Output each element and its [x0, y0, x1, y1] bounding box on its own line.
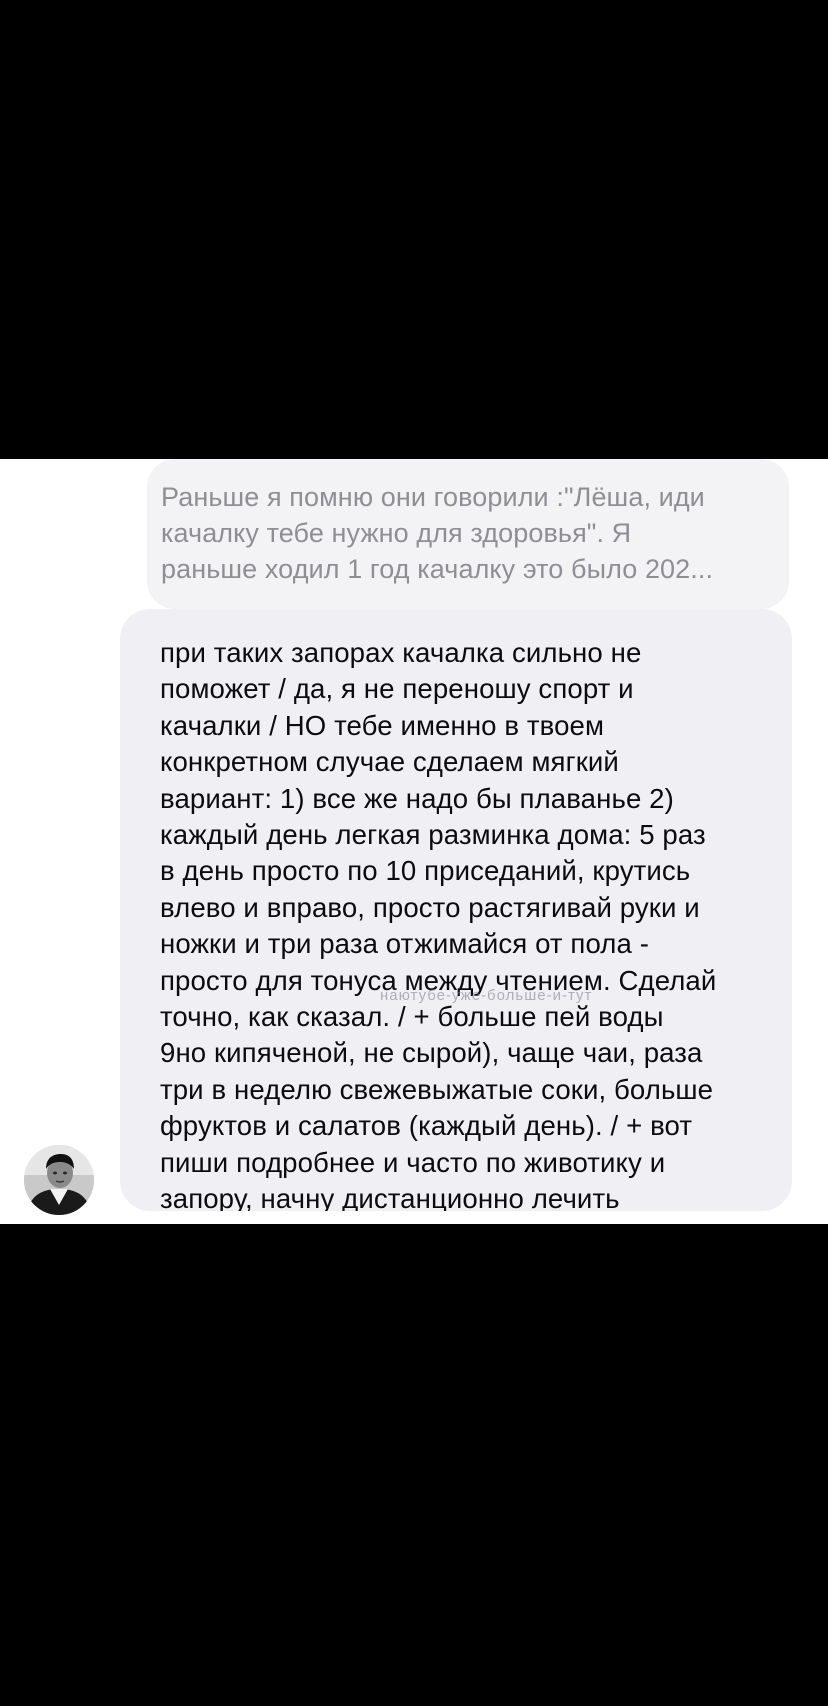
- reply-quote-bubble[interactable]: Раньше я помню они говорили :"Лёша, иди …: [147, 459, 789, 609]
- reply-quote-text: Раньше я помню они говорили :"Лёша, иди …: [161, 482, 714, 584]
- message-bubble[interactable]: при таких запорах качалка сильно не помо…: [120, 609, 792, 1211]
- sender-avatar[interactable]: [24, 1145, 94, 1215]
- person-photo-icon: [24, 1145, 94, 1215]
- letterbox-bottom: [0, 1224, 828, 1706]
- chat-thread: Раньше я помню они говорили :"Лёша, иди …: [0, 459, 828, 1224]
- letterbox-top: [0, 0, 828, 459]
- message-text: при таких запорах качалка сильно не помо…: [160, 637, 717, 1211]
